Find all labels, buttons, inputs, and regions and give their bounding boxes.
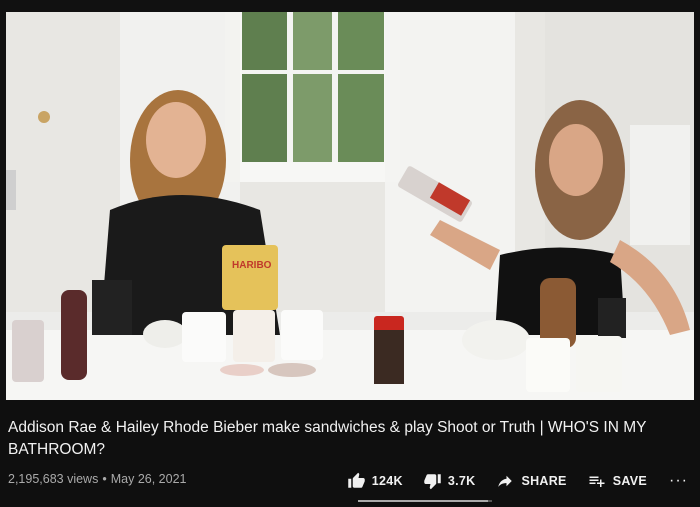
video-meta-row: 2,195,683 views • May 26, 2021 124K 3.7K S… (0, 468, 700, 494)
thumbs-down-icon (424, 474, 441, 490)
video-stats: 2,195,683 views • May 26, 2021 (8, 472, 186, 486)
save-button[interactable]: SAVE (587, 472, 647, 490)
dislike-button[interactable]: 3.7K (423, 472, 476, 490)
dislike-count: 3.7K (447, 474, 476, 488)
thumbs-up-icon (347, 472, 365, 488)
package-label: HARIBO (232, 260, 272, 271)
share-arrow-icon (498, 475, 513, 487)
share-label: SHARE (521, 474, 567, 488)
video-player[interactable]: HARIBO (0, 0, 700, 400)
video-title: Addison Rae & Hailey Rhode Bieber make s… (8, 419, 647, 458)
more-actions-icon[interactable]: ··· (669, 472, 688, 490)
video-frame: HARIBO (0, 0, 700, 400)
action-bar: 124K 3.7K SHARE SAVE ··· (327, 468, 688, 494)
playlist-add-icon (589, 476, 605, 487)
view-count: 2,195,683 views (8, 472, 99, 486)
sentiment-bar-fill (358, 500, 488, 502)
like-count: 124K (371, 474, 403, 488)
save-label: SAVE (612, 474, 648, 488)
publish-date: May 26, 2021 (110, 472, 187, 486)
sentiment-bar (358, 500, 492, 502)
like-button[interactable]: 124K (347, 472, 403, 490)
share-button[interactable]: SHARE (495, 472, 566, 490)
separator-dot: • (102, 472, 107, 486)
